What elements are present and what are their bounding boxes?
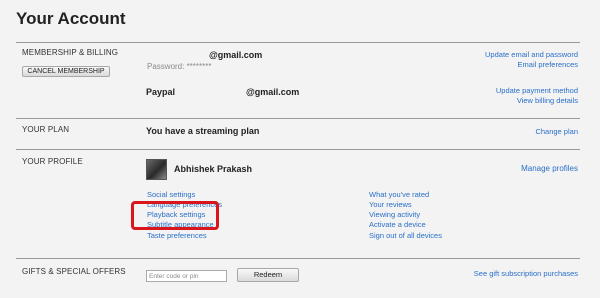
your-reviews-link[interactable]: Your reviews xyxy=(369,200,412,209)
section-divider xyxy=(16,149,580,150)
section-divider xyxy=(16,42,580,43)
gifts-section-label: GIFTS & SPECIAL OFFERS xyxy=(22,267,126,276)
gift-subscription-link[interactable]: See gift subscription purchases xyxy=(474,269,578,278)
viewing-activity-link[interactable]: Viewing activity xyxy=(369,210,420,219)
gift-code-input[interactable] xyxy=(146,270,227,282)
social-settings-link[interactable]: Social settings xyxy=(147,190,195,199)
sign-out-all-devices-link[interactable]: Sign out of all devices xyxy=(369,231,442,240)
taste-preferences-link[interactable]: Taste preferences xyxy=(147,231,207,240)
playback-settings-highlight xyxy=(131,201,219,230)
profile-user-name: Abhishek Prakash xyxy=(174,164,253,174)
payment-method-name: Paypal xyxy=(146,87,176,97)
billing-details-link[interactable]: View billing details xyxy=(517,96,578,105)
what-youve-rated-link[interactable]: What you've rated xyxy=(369,190,429,199)
manage-profiles-link[interactable]: Manage profiles xyxy=(521,164,578,173)
email-preferences-link[interactable]: Email preferences xyxy=(518,60,578,69)
payment-email: @gmail.com xyxy=(246,87,300,97)
activate-device-link[interactable]: Activate a device xyxy=(369,220,426,229)
update-payment-link[interactable]: Update payment method xyxy=(496,86,578,95)
section-divider xyxy=(16,258,580,259)
redeem-button[interactable]: Redeem xyxy=(237,268,299,282)
page-title: Your Account xyxy=(16,9,126,28)
update-email-link[interactable]: Update email and password xyxy=(485,50,578,59)
cancel-membership-button[interactable]: CANCEL MEMBERSHIP xyxy=(22,66,110,77)
password-mask: Password: ******** xyxy=(147,62,212,71)
avatar[interactable] xyxy=(146,159,167,180)
profile-section-label: YOUR PROFILE xyxy=(22,157,83,166)
plan-description: You have a streaming plan xyxy=(146,126,260,136)
account-email: @gmail.com xyxy=(209,50,263,60)
membership-section-label: MEMBERSHIP & BILLING xyxy=(22,48,119,57)
plan-section-label: YOUR PLAN xyxy=(22,125,70,134)
change-plan-link[interactable]: Change plan xyxy=(535,127,578,136)
section-divider xyxy=(16,118,580,119)
